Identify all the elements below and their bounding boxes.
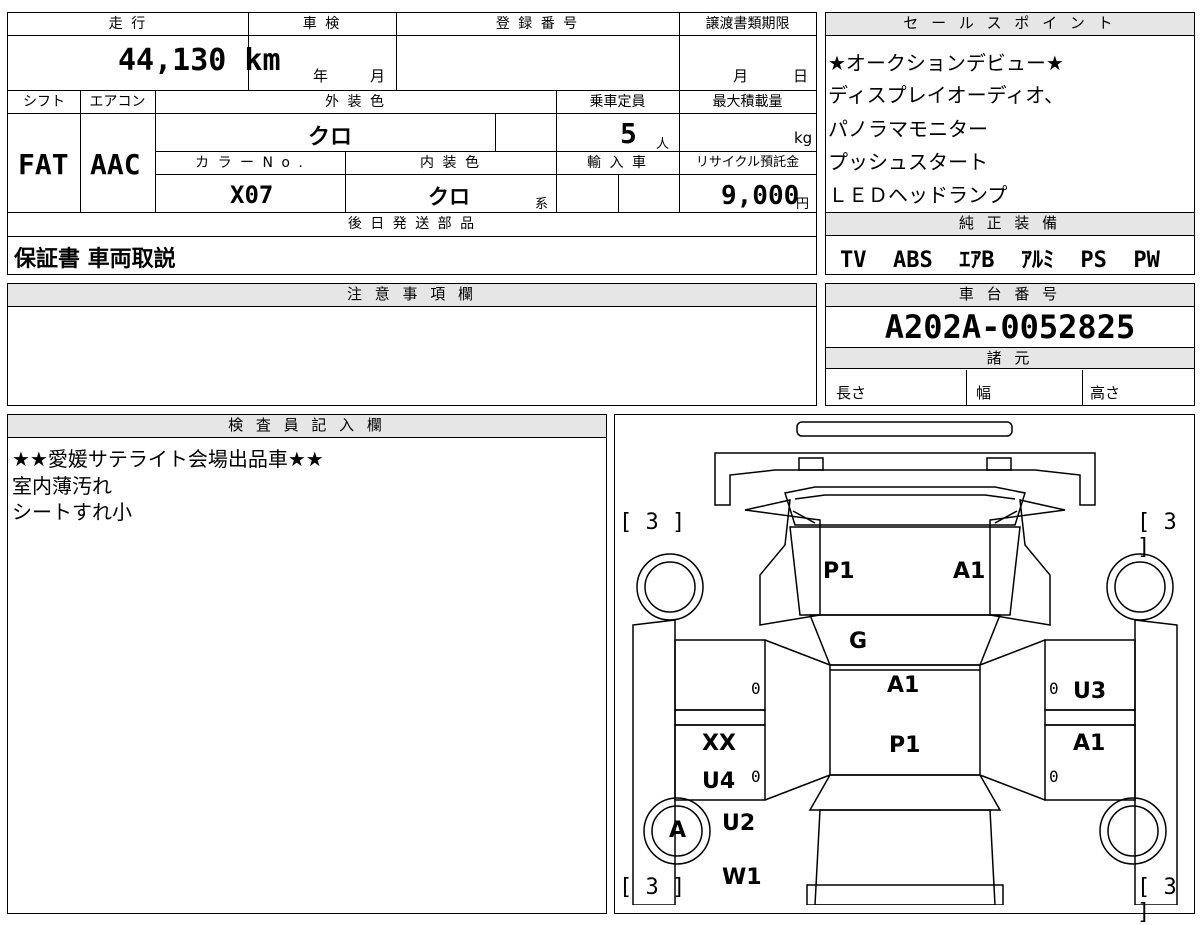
sales-line-5: ＬＥＤヘッドランプ [828,183,1008,207]
sales-points-label: セ ー ル ス ポ イ ン ト [826,13,1194,36]
later-parts-value: 保証書 車両取説 [14,247,176,272]
code-roof-bottom: P1 [889,733,921,758]
tire-grade-front-left: [ 3 ] [619,510,686,535]
tire-grade-rear-right: [ 3 ] [1137,875,1177,925]
chassis-label: 車 台 番 号 [826,284,1194,307]
import-label: 輸 入 車 [587,155,648,171]
inspector-box: 検 査 員 記 入 欄 ★★愛媛サテライト会場出品車★★ 室内薄汚れ シートすれ… [7,414,607,914]
transfer-month: 月 [733,67,749,85]
inspector-line-1: ★★愛媛サテライト会場出品車★★ [12,447,324,471]
sales-line-2: ディスプレイオーディオ、 [828,83,1064,107]
code-left-rear-2: U4 [702,769,736,794]
exterior-color-label: 外 装 色 [325,94,386,110]
tire-grade-front-right: [ 3 ] [1137,510,1177,560]
aircon-value: AAC [90,148,141,181]
equipment-value: TV ABS ｴｱB ｱﾙﾐ PS PW [840,248,1160,273]
spec-width: 幅 [976,384,992,402]
recycle-unit: 円 [796,197,810,212]
interior-color-value: クロ [428,185,470,209]
interior-color-label: 内 装 色 [420,155,481,171]
capacity-value: 5 [620,117,637,150]
inspection-label: 車 検 [302,16,342,32]
code-right-rear: A1 [1073,731,1106,756]
color-no-value: X07 [230,181,274,209]
code-left-rear-4: W1 [722,865,762,890]
mileage-value: 44,130 km [118,43,281,78]
inspection-year: 年 [313,67,329,85]
registration-label: 登 録 番 号 [495,16,580,32]
code-left-rear-3: U2 [722,811,756,836]
notes-label: 注 意 事 項 欄 [8,284,816,307]
zero-mark-3: 0 [751,767,761,786]
mileage-label: 走 行 [108,16,148,32]
code-right-front: U3 [1073,679,1107,704]
max-load-unit: kg [794,129,813,147]
chassis-box: 車 台 番 号 A202A-0052825 諸 元 長さ 幅 高さ [825,283,1195,406]
inspector-label: 検 査 員 記 入 欄 [8,415,606,438]
tire-grade-rear-left: [ 3 ] [619,875,686,900]
code-left-wheel: A [669,818,687,843]
shift-value: FAT [18,148,69,181]
capacity-label: 乗車定員 [589,94,646,110]
later-parts-label: 後 日 発 送 部 品 [347,216,477,232]
code-hood-left: P1 [823,559,855,584]
interior-color-unit: 系 [535,197,549,212]
inspector-line-2: 室内薄汚れ [12,474,112,498]
sales-line-3: パノラマモニター [828,117,988,141]
sales-points-box: セ ー ル ス ポ イ ン ト ★オークションデビュー★ ディスプレイオーディオ… [825,12,1195,275]
zero-mark-4: 0 [1049,767,1059,786]
sales-line-4: プッシュスタート [828,150,988,174]
max-load-label: 最大積載量 [712,94,783,110]
car-diagram [632,421,1178,905]
sales-line-1: ★オークションデビュー★ [828,51,1064,75]
color-no-label: カ ラ ー N o . [195,155,305,171]
transfer-day: 日 [793,67,809,85]
recycle-value: 9,000 [721,181,800,211]
equipment-label: 純 正 装 備 [826,213,1194,236]
spec-label: 諸 元 [826,348,1194,369]
spec-length: 長さ [836,384,867,402]
code-roof-top: A1 [887,673,920,698]
chassis-number: A202A-0052825 [884,308,1136,346]
exterior-color-value: クロ [308,125,353,150]
car-diagram-box: [ 3 ] [ 3 ] [ 3 ] [ 3 ] P1 A1 G A1 P1 U3… [614,414,1195,925]
code-left-rear-1: XX [702,731,736,756]
aircon-label: エアコン [89,94,146,110]
recycle-label: リサイクル預託金 [695,155,800,170]
spec-height: 高さ [1090,384,1121,402]
vehicle-info-table: 走 行 車 検 登 録 番 号 譲渡書類期限 44,130 km 年 月 月 日… [7,12,817,275]
capacity-unit: 人 [656,137,670,152]
notes-box: 注 意 事 項 欄 [7,283,817,406]
code-hood-right: A1 [953,559,986,584]
transfer-deadline-label: 譲渡書類期限 [705,16,790,32]
code-windshield: G [849,629,868,654]
zero-mark-1: 0 [751,679,761,698]
zero-mark-2: 0 [1049,679,1059,698]
inspector-line-3: シートすれ小 [12,500,132,524]
shift-label: シフト [23,94,65,110]
inspection-month: 月 [370,67,386,85]
